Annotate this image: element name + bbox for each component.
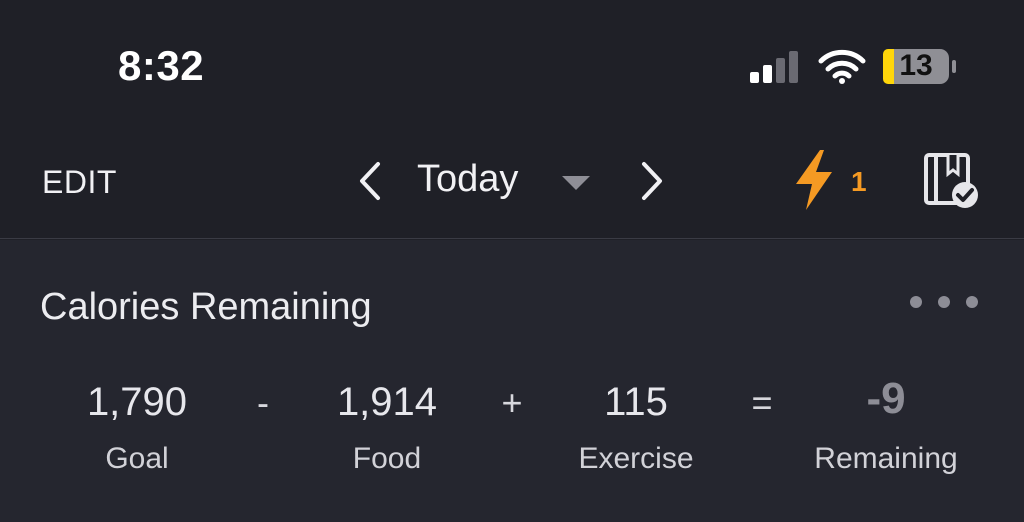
dropdown-caret-icon[interactable] <box>560 174 592 192</box>
date-selector[interactable]: Today <box>417 158 518 201</box>
diary-nav-bar: EDIT Today 1 <box>0 128 1024 239</box>
diary-complete-icon[interactable] <box>922 152 980 210</box>
edit-button[interactable]: EDIT <box>42 164 117 201</box>
more-horizontal-icon[interactable] <box>904 294 984 310</box>
food-value: 1,914 <box>336 380 438 424</box>
chevron-left-icon[interactable] <box>350 158 390 204</box>
lightning-icon[interactable] <box>790 148 838 212</box>
status-bar: 8:32 13 <box>0 0 1024 128</box>
minus-operator: - <box>257 382 269 423</box>
chevron-right-icon[interactable] <box>632 158 672 204</box>
streak-count[interactable]: 1 <box>851 166 867 198</box>
exercise-value: 115 <box>604 380 668 424</box>
goal-label: Goal <box>105 442 169 475</box>
status-time: 8:32 <box>118 42 205 89</box>
card-title: Calories Remaining <box>40 286 372 328</box>
equals-operator: = <box>751 382 773 423</box>
remaining-label: Remaining <box>814 442 958 475</box>
wifi-icon <box>818 49 866 84</box>
goal-value: 1,790 <box>86 380 188 424</box>
calories-remaining-card[interactable]: Calories Remaining 1,790 Goal - 1,914 Fo… <box>0 240 1024 522</box>
remaining-value: -9 <box>866 374 906 423</box>
signal-icon <box>750 51 798 83</box>
exercise-label: Exercise <box>578 442 694 475</box>
plus-operator: + <box>501 382 523 423</box>
food-label: Food <box>352 442 422 475</box>
battery-level: 13 <box>899 49 933 82</box>
